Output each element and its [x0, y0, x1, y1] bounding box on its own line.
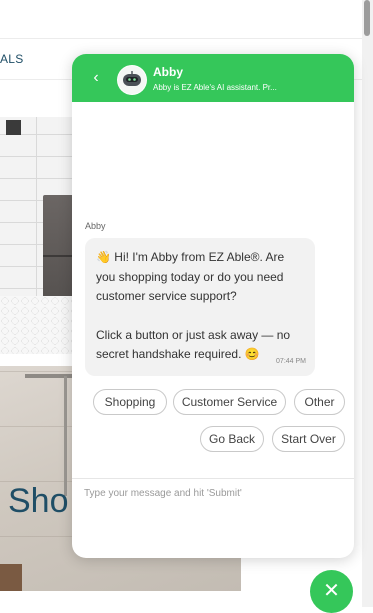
input-divider: [72, 478, 354, 479]
message-sender: Abby: [85, 221, 106, 231]
chat-header: ‹ Abby Abby is EZ Able's AI assistant. P…: [72, 54, 354, 102]
message-line-1: Hi! I'm Abby from EZ Able®. Are you shop…: [96, 250, 285, 303]
chevron-left-icon[interactable]: ‹: [87, 68, 105, 88]
bot-avatar: [117, 65, 147, 95]
page-scrollbar[interactable]: [362, 0, 373, 607]
page-headline: Sho: [8, 482, 69, 520]
bot-subtitle: Abby is EZ Able's AI assistant. Pr...: [153, 83, 277, 92]
wave-icon: 👋: [96, 250, 111, 264]
start-over-button[interactable]: Start Over: [272, 426, 345, 452]
wooden-stool: [0, 564, 22, 591]
message-timestamp: 07:44 PM: [276, 357, 306, 365]
bot-message-bubble: 👋 Hi! I'm Abby from EZ Able®. Are you sh…: [85, 238, 315, 376]
chat-widget: ‹ Abby Abby is EZ Able's AI assistant. P…: [72, 54, 354, 558]
smile-icon: 😊: [244, 347, 260, 361]
quick-reply-shopping[interactable]: Shopping: [93, 389, 167, 415]
message-input[interactable]: [82, 486, 348, 550]
nav-link-deals[interactable]: ALS: [0, 52, 24, 66]
message-paragraph-2: Click a button or just ask away — no sec…: [96, 326, 304, 365]
go-back-button[interactable]: Go Back: [200, 426, 264, 452]
towel-holder: [6, 120, 21, 135]
scrollbar-thumb[interactable]: [364, 0, 370, 36]
quick-reply-other[interactable]: Other: [294, 389, 345, 415]
message-line-2: Click a button or just ask away — no sec…: [96, 327, 291, 362]
robot-icon: [123, 71, 141, 86]
shower-pipe: [64, 376, 67, 496]
bot-name: Abby: [153, 65, 183, 79]
bathroom-image: [0, 117, 75, 354]
message-paragraph-1: 👋 Hi! I'm Abby from EZ Able®. Are you sh…: [96, 248, 304, 307]
hex-tile-floor: [0, 296, 75, 354]
quick-reply-customer-service[interactable]: Customer Service: [173, 389, 286, 415]
